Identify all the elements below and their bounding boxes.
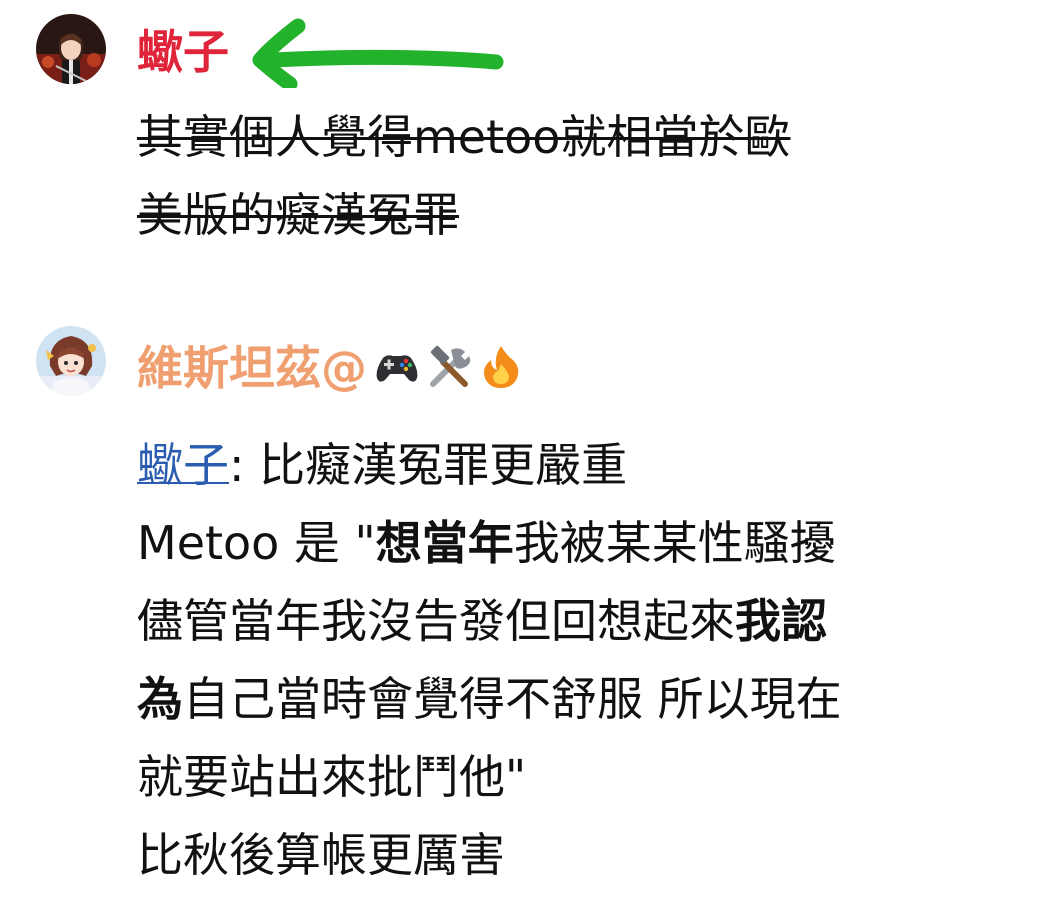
text-segment: 我被某某性騷擾 bbox=[513, 516, 836, 570]
message-1: 蠍子 其實個人覺得metoo就相當於歐 美版的癡漢冤罪 bbox=[0, 0, 1055, 300]
message-line: 比秋後算帳更厲害 bbox=[137, 828, 505, 882]
name-emojis bbox=[373, 342, 525, 390]
dark-anime-avatar-icon bbox=[36, 14, 106, 84]
message-line: Metoo 是 "想當年我被某某性騷擾 bbox=[137, 504, 1027, 582]
bold-segment: 為 bbox=[137, 672, 183, 726]
gamepad-icon bbox=[376, 355, 418, 382]
bold-segment: 我認 bbox=[735, 594, 827, 648]
username[interactable]: 維斯坦茲@ bbox=[137, 338, 525, 398]
message-line: 就要站出來批鬥他" bbox=[137, 750, 527, 804]
fire-icon bbox=[483, 346, 519, 388]
text-segment: 儘管當年我沒告發但回想起來 bbox=[137, 594, 735, 648]
text-segment: 自己當時會覺得不舒服 所以現在 bbox=[183, 672, 842, 726]
text-segment: Metoo 是 " bbox=[137, 516, 376, 570]
tools-icon bbox=[430, 345, 471, 387]
message-body: 蠍子: 比癡漢冤罪更嚴重 Metoo 是 "想當年我被某某性騷擾 儘管當年我沒告… bbox=[137, 426, 1027, 894]
message-line: 美版的癡漢冤罪 bbox=[137, 188, 459, 242]
bold-segment: 想當年 bbox=[375, 516, 514, 570]
username-text: 維斯坦茲@ bbox=[137, 341, 367, 395]
username[interactable]: 蠍子 bbox=[137, 22, 229, 82]
struck-message-body: 其實個人覺得metoo就相當於歐 美版的癡漢冤罪 bbox=[137, 98, 1027, 254]
message-line: 為自己當時會覺得不舒服 所以現在 bbox=[137, 660, 1027, 738]
anime-girl-avatar-icon bbox=[36, 326, 106, 396]
reply-line: 蠍子: 比癡漢冤罪更嚴重 bbox=[137, 426, 1027, 504]
avatar[interactable] bbox=[36, 14, 106, 84]
message-2: 維斯坦茲@ 蠍子: 比癡漢冤罪更嚴重 Metoo 是 "想當年我被某某性騷擾 儘… bbox=[0, 318, 1055, 906]
message-line: 儘管當年我沒告發但回想起來我認 bbox=[137, 582, 1027, 660]
avatar[interactable] bbox=[36, 326, 106, 396]
message-line: 其實個人覺得metoo就相當於歐 bbox=[137, 110, 791, 164]
green-arrow-icon bbox=[252, 18, 504, 88]
reply-text: : 比癡漢冤罪更嚴重 bbox=[229, 438, 628, 492]
mention-link[interactable]: 蠍子 bbox=[137, 438, 229, 492]
